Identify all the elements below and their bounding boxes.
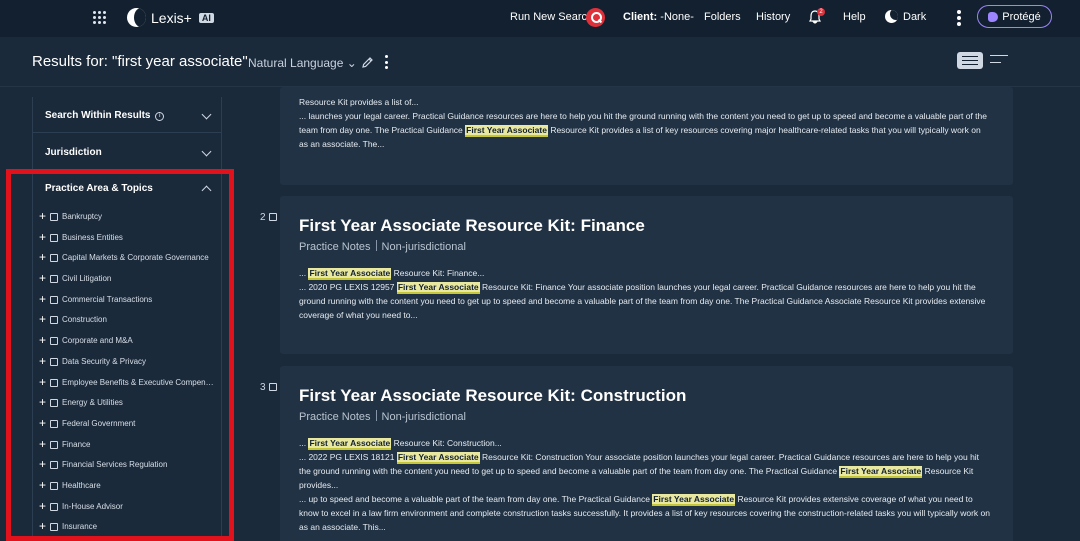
search-term-highlight: First Year Associate <box>396 452 480 464</box>
run-new-search-link[interactable]: Run New Search <box>510 11 593 23</box>
search-term-highlight: First Year Associate <box>396 282 480 294</box>
protege-icon <box>988 11 999 22</box>
facet-label: Search Within Results i <box>45 110 165 121</box>
list-view-icon[interactable] <box>957 52 983 69</box>
protege-button[interactable]: Protégé <box>977 5 1052 28</box>
client-selector[interactable]: Client: -None- <box>623 11 694 23</box>
search-term-highlight: First Year Associate <box>652 494 736 506</box>
logo-text: Lexis+ <box>151 9 192 26</box>
search-options-icon[interactable] <box>385 55 389 69</box>
result-card-1: Resource Kit provides a list of... ... l… <box>280 87 1013 185</box>
compact-view-icon[interactable] <box>990 55 1008 63</box>
search-mode-dropdown[interactable]: Natural Language ⌄ <box>248 56 357 70</box>
notification-count-badge: 2 <box>817 8 825 16</box>
result-title-link[interactable]: First Year Associate Resource Kit: Const… <box>299 386 686 406</box>
result-checkbox[interactable] <box>269 213 277 221</box>
result-number: 2 <box>260 212 266 223</box>
search-term-highlight: First Year Associate <box>465 125 548 137</box>
result-card-3: First Year Associate Resource Kit: Const… <box>280 366 1013 541</box>
search-term-highlight: First Year Associate <box>308 438 392 450</box>
chevron-down-icon[interactable] <box>201 146 212 157</box>
result-number: 3 <box>260 382 266 393</box>
logo-ai-badge: AI <box>198 12 214 23</box>
lexis-logo[interactable]: Lexis+ AI <box>127 8 214 27</box>
result-checkbox[interactable] <box>269 383 277 391</box>
results-header: Results for: "first year associate" Natu… <box>0 37 1080 87</box>
folders-link[interactable]: Folders <box>704 11 741 23</box>
protege-label: Protégé <box>1002 10 1041 23</box>
result-meta: Practice Notes Non-jurisdictional <box>299 410 466 423</box>
lexis-logo-icon <box>127 8 146 27</box>
facet-search-within[interactable]: Search Within Results i <box>33 97 222 133</box>
facet-jurisdiction[interactable]: Jurisdiction <box>33 134 222 170</box>
more-options-icon[interactable] <box>957 10 961 26</box>
top-navigation-bar: Lexis+ AI Run New Search Client: -None- … <box>0 0 1080 37</box>
result-meta: Practice Notes Non-jurisdictional <box>299 240 466 253</box>
client-label: Client: <box>623 11 658 23</box>
page-title: Results for: "first year associate" <box>32 53 248 70</box>
help-link[interactable]: Help <box>843 11 866 23</box>
history-link[interactable]: History <box>756 11 790 23</box>
result-title-link[interactable]: First Year Associate Resource Kit: Finan… <box>299 216 645 236</box>
result-snippet: ... First Year Associate Resource Kit: F… <box>299 268 986 320</box>
result-snippet: Resource Kit provides a list of... ... l… <box>299 97 987 149</box>
dark-mode-toggle[interactable]: Dark <box>903 11 926 23</box>
facet-label: Jurisdiction <box>45 147 102 158</box>
search-mode-label: Natural Language <box>248 56 344 70</box>
app-grid-icon[interactable] <box>93 11 107 25</box>
search-icon[interactable] <box>586 8 605 27</box>
chevron-down-icon[interactable] <box>201 109 212 120</box>
moon-icon[interactable] <box>885 10 898 23</box>
pencil-icon[interactable] <box>361 56 374 69</box>
client-value: -None- <box>660 11 694 23</box>
search-term-highlight: First Year Associate <box>839 466 923 478</box>
info-icon[interactable]: i <box>155 112 165 121</box>
annotation-highlight-frame <box>6 169 234 541</box>
result-snippet: ... First Year Associate Resource Kit: C… <box>299 438 990 532</box>
chevron-down-icon: ⌄ <box>346 56 357 70</box>
result-card-2: First Year Associate Resource Kit: Finan… <box>280 196 1013 354</box>
search-term-highlight: First Year Associate <box>308 268 392 280</box>
